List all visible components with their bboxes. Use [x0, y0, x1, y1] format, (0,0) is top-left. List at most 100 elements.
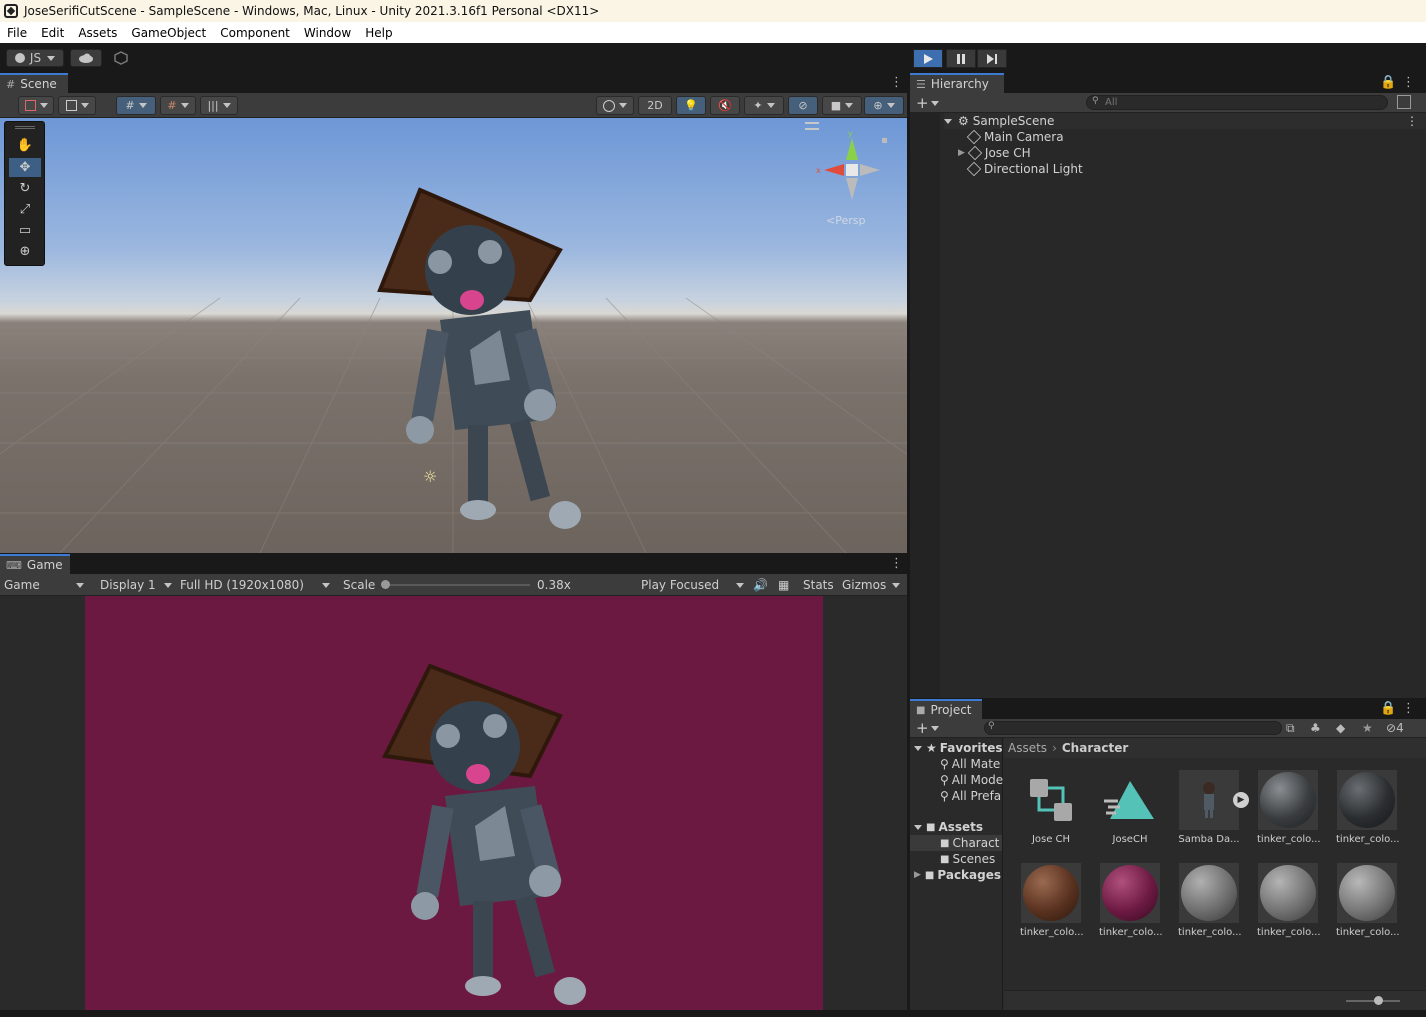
thumbnail-size-slider[interactable] [1346, 996, 1400, 1005]
breadcrumb-assets[interactable]: Assets [1008, 741, 1047, 755]
hierarchy-search-input[interactable] [1086, 95, 1388, 110]
menu-file[interactable]: File [0, 26, 34, 40]
tab-project[interactable]: ■ Project [910, 699, 982, 719]
tab-hierarchy[interactable]: ☰ Hierarchy [910, 73, 1004, 93]
render-mode-dropdown[interactable] [58, 96, 96, 115]
directional-light-icon[interactable]: ☼ [423, 467, 437, 486]
menu-component[interactable]: Component [213, 26, 297, 40]
increment-snap-dropdown[interactable]: # [160, 96, 196, 115]
asset-item[interactable]: tinker_colo... [1099, 863, 1163, 938]
menu-help[interactable]: Help [358, 26, 399, 40]
palette-handle-icon[interactable] [15, 126, 35, 129]
hierarchy-item-main-camera[interactable]: Main Camera [966, 129, 1064, 145]
orientation-gizmo[interactable]: y x [812, 130, 892, 220]
assets-node[interactable]: ■ Assets [914, 819, 983, 835]
project-menu-icon[interactable]: ⋮ [1402, 701, 1415, 716]
asset-item[interactable]: tinker_colo... [1336, 863, 1400, 938]
scene-menu-icon[interactable]: ⋮ [890, 75, 903, 90]
menu-assets[interactable]: Assets [71, 26, 124, 40]
gizmos-game-dropdown[interactable]: Gizmos [842, 574, 904, 596]
resolution-select[interactable]: Full HD (1920x1080) [180, 574, 330, 596]
scale-slider[interactable] [381, 580, 530, 589]
favorite-item[interactable]: ⚲ All Mate [940, 756, 1000, 772]
expand-arrow-icon[interactable] [914, 824, 922, 830]
gizmo-persp-label[interactable]: <Persp [826, 214, 865, 227]
step-button[interactable] [977, 49, 1007, 68]
scene-row[interactable]: ⚙ SampleScene ⋮ [944, 113, 1426, 129]
filter-type-icon[interactable]: ♣ [1310, 721, 1321, 735]
draw-mode-dropdown[interactable] [18, 96, 54, 115]
audio-toggle[interactable]: 🔇 [710, 96, 740, 115]
hand-tool[interactable]: ✋ [9, 136, 41, 155]
asset-item[interactable]: tinker_colo... [1257, 770, 1321, 845]
hierarchy-menu-icon[interactable]: ⋮ [1402, 75, 1415, 90]
frame-debugger-button[interactable]: ▦ [778, 574, 789, 596]
game-viewport[interactable] [85, 596, 823, 1010]
favorite-item[interactable]: ⚲ All Mode [940, 772, 1003, 788]
asset-item[interactable]: Jose CH [1020, 770, 1082, 845]
play-button[interactable] [913, 49, 943, 68]
menu-window[interactable]: Window [297, 26, 358, 40]
search-scope-icon[interactable] [1397, 95, 1411, 109]
expand-arrow-icon[interactable]: ▶ [914, 870, 921, 880]
scale-slider-thumb[interactable] [381, 580, 390, 589]
hierarchy-item-directional-light[interactable]: Directional Light [966, 161, 1083, 177]
game-menu-icon[interactable]: ⋮ [890, 556, 903, 571]
cloud-button[interactable] [70, 49, 102, 67]
play-preview-icon[interactable]: ▶ [1233, 792, 1249, 808]
asset-item[interactable]: ▶ Samba Da... [1178, 770, 1249, 845]
packages-node[interactable]: ▶ ■ Packages [914, 867, 1001, 883]
rotate-tool[interactable]: ↻ [9, 179, 41, 198]
gizmo-menu-icon[interactable] [805, 122, 819, 130]
display-select[interactable]: Display 1 [100, 574, 172, 596]
lock-icon[interactable]: 🔒 [1380, 75, 1396, 90]
lock-icon[interactable]: 🔒 [1380, 701, 1396, 716]
view-select[interactable]: Game [4, 574, 86, 596]
scale-tool[interactable]: ⤢ [9, 200, 41, 219]
asset-item[interactable]: JoseCH [1099, 770, 1161, 845]
menu-edit[interactable]: Edit [34, 26, 71, 40]
gizmos-dropdown[interactable]: ⊕ [864, 96, 904, 115]
tab-game[interactable]: ⌨ Game [0, 554, 70, 574]
ruler-dropdown[interactable]: ||| [200, 96, 238, 115]
favorites-node[interactable]: ★ Favorites [914, 740, 1002, 756]
menu-gameobject[interactable]: GameObject [124, 26, 213, 40]
folder-item-scenes[interactable]: ■ Scenes [940, 851, 995, 867]
pause-button[interactable] [946, 49, 976, 68]
label-icon[interactable]: ◆ [1336, 721, 1345, 735]
mute-audio-button[interactable]: 🔊 [753, 574, 768, 596]
account-dropdown[interactable]: JS [6, 49, 64, 67]
grid-snap-dropdown[interactable]: # [116, 96, 156, 115]
play-mode-select[interactable]: Play Focused [641, 574, 744, 596]
collab-button[interactable] [110, 49, 132, 67]
create-button[interactable]: + [916, 94, 939, 112]
breadcrumb-character[interactable]: Character [1062, 741, 1128, 755]
hierarchy-item-jose-ch[interactable]: ▶ Jose CH [958, 145, 1031, 161]
expand-arrow-icon[interactable] [944, 118, 952, 124]
favorite-item[interactable]: ⚲ All Prefa [940, 788, 1001, 804]
camera-dropdown[interactable]: ■ [822, 96, 862, 115]
character-model[interactable] [360, 180, 600, 540]
expand-arrow-icon[interactable] [914, 745, 922, 751]
asset-item[interactable]: tinker_colo... [1178, 863, 1242, 938]
project-search-input[interactable] [984, 721, 1282, 735]
hidden-objects-toggle[interactable]: ⊘ [788, 96, 818, 115]
folder-item-character[interactable]: ■ Charact [910, 835, 1002, 851]
scene-row-menu-icon[interactable]: ⋮ [1406, 114, 1418, 128]
effects-dropdown[interactable]: ✦ [744, 96, 784, 115]
rect-tool[interactable]: ▭ [9, 221, 41, 240]
tab-scene[interactable]: # Scene [0, 73, 68, 93]
hidden-packages-icon[interactable]: ⊘4 [1386, 721, 1404, 735]
create-asset-button[interactable]: + [916, 719, 939, 737]
stats-button[interactable]: Stats [803, 574, 834, 596]
asset-item[interactable]: tinker_colo... [1020, 863, 1084, 938]
move-tool[interactable]: ✥ [9, 158, 41, 177]
thumbnail-size-thumb[interactable] [1374, 996, 1383, 1005]
asset-item[interactable]: tinker_colo... [1336, 770, 1400, 845]
star-icon[interactable]: ★ [1362, 721, 1373, 735]
toggle-2d-button[interactable]: 2D [638, 96, 672, 115]
expand-arrow-icon[interactable]: ▶ [958, 148, 965, 158]
asset-item[interactable]: tinker_colo... [1257, 863, 1321, 938]
shading-dropdown[interactable] [596, 96, 634, 115]
scene-viewport[interactable]: ☼ y x <Persp [0, 118, 907, 553]
